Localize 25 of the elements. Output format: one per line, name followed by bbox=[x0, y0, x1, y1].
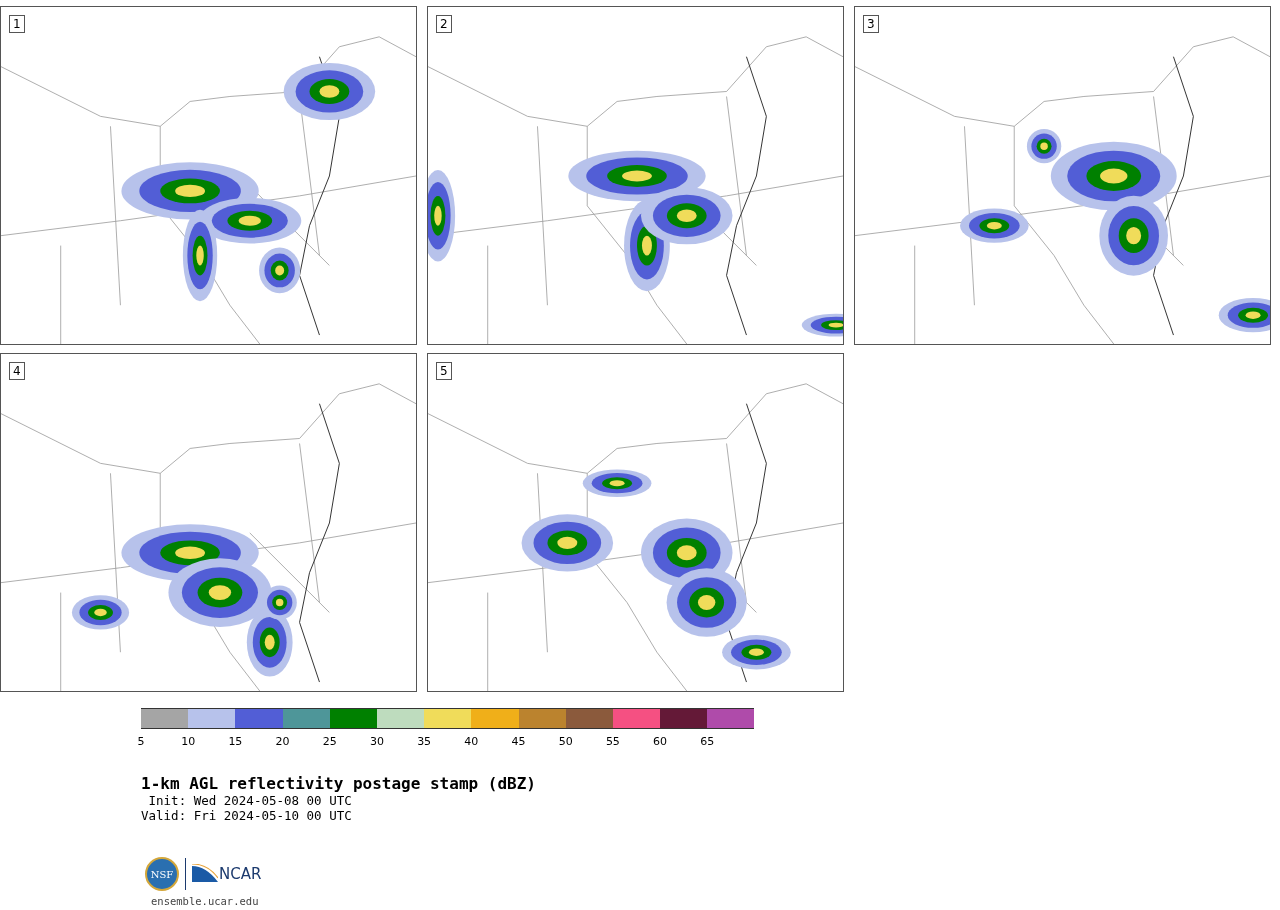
panel-number: 5 bbox=[436, 362, 452, 380]
tick-label: 30 bbox=[369, 735, 384, 748]
tick-label: 25 bbox=[322, 735, 337, 748]
tick-label: 10 bbox=[181, 735, 196, 748]
panel-number: 1 bbox=[9, 15, 25, 33]
globe-logo: NSF bbox=[145, 857, 179, 891]
tick-label: 20 bbox=[275, 735, 290, 748]
tick-label: 40 bbox=[464, 735, 479, 748]
tick-label: 15 bbox=[228, 735, 243, 748]
init-time: Init: Wed 2024-05-08 00 UTC bbox=[147, 793, 353, 808]
panel-number: 4 bbox=[9, 362, 25, 380]
tick-label: 35 bbox=[417, 735, 432, 748]
swoosh-icon bbox=[192, 864, 218, 884]
panel-number: 2 bbox=[436, 15, 452, 33]
tick-label: 5 bbox=[137, 735, 145, 748]
tick-label: 55 bbox=[605, 735, 620, 748]
tick-label: 45 bbox=[511, 735, 526, 748]
chart-title: 1-km AGL reflectivity postage stamp (dBZ) bbox=[141, 774, 537, 793]
logo-text: NCAR bbox=[219, 865, 262, 883]
tick-label: 50 bbox=[558, 735, 573, 748]
valid-time: Valid: Fri 2024-05-10 00 UTC bbox=[141, 808, 353, 823]
tick-label: 60 bbox=[653, 735, 668, 748]
website-link[interactable]: ensemble.ucar.edu bbox=[151, 895, 1280, 907]
tick-label: 65 bbox=[700, 735, 715, 748]
panel-number: 3 bbox=[863, 15, 879, 33]
